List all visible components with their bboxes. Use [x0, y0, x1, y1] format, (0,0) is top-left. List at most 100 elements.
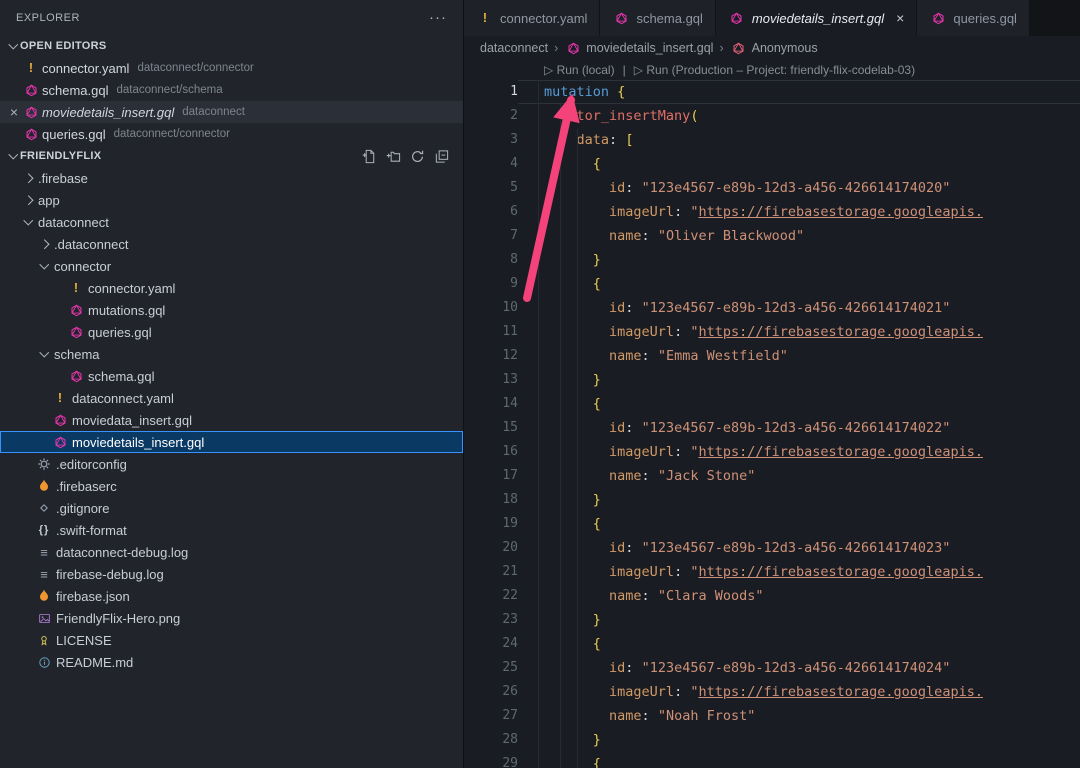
- open-editor-moviedetails_insert.gql[interactable]: ×moviedetails_insert.gqldataconnect: [0, 101, 463, 123]
- code-line-23[interactable]: 23 }: [464, 608, 1080, 632]
- tree-file-moviedata_insert.gql[interactable]: moviedata_insert.gql: [0, 409, 463, 431]
- code-line-22[interactable]: 22 name: "Clara Woods": [464, 584, 1080, 608]
- tree-file-.gitignore[interactable]: .gitignore: [0, 497, 463, 519]
- tree-folder-app[interactable]: app: [0, 189, 463, 211]
- tree-folder-.firebase[interactable]: .firebase: [0, 167, 463, 189]
- code-line-17[interactable]: 17 name: "Jack Stone": [464, 464, 1080, 488]
- file-path: dataconnect/connector: [137, 62, 253, 74]
- code-line-8[interactable]: 8 }: [464, 248, 1080, 272]
- breadcrumb-item-moviedetails_insert.gql[interactable]: moviedetails_insert.gql: [564, 41, 713, 55]
- tree-folder-dataconnect[interactable]: dataconnect: [0, 211, 463, 233]
- code-line-11[interactable]: 11 imageUrl: "https://firebasestorage.go…: [464, 320, 1080, 344]
- code-line-19[interactable]: 19 {: [464, 512, 1080, 536]
- fire-icon: [35, 589, 53, 603]
- tree-file-schema.gql[interactable]: schema.gql: [0, 365, 463, 387]
- tree-folder-connector[interactable]: connector: [0, 255, 463, 277]
- file-name: connector.yaml: [88, 281, 175, 296]
- code-line-24[interactable]: 24 {: [464, 632, 1080, 656]
- open-editor-schema.gql[interactable]: schema.gqldataconnect/schema: [0, 79, 463, 101]
- file-name: schema.gql: [88, 369, 154, 384]
- code-line-4[interactable]: 4 {: [464, 152, 1080, 176]
- play-icon: ▷: [634, 63, 643, 77]
- tab-moviedetails_insert.gql[interactable]: moviedetails_insert.gql×: [716, 0, 917, 36]
- code-line-2[interactable]: 2 ctor_insertMany(: [464, 104, 1080, 128]
- new-file-icon[interactable]: [362, 149, 377, 164]
- chevron-down-icon: [38, 352, 51, 356]
- tree-folder-schema[interactable]: schema: [0, 343, 463, 365]
- tree-file-dataconnect-debug.log[interactable]: ≡dataconnect-debug.log: [0, 541, 463, 563]
- tree-file-queries.gql[interactable]: queries.gql: [0, 321, 463, 343]
- breadcrumb-item-dataconnect[interactable]: dataconnect: [480, 41, 548, 55]
- tab-schema.gql[interactable]: schema.gql: [600, 0, 715, 36]
- code-line-26[interactable]: 26 imageUrl: "https://firebasestorage.go…: [464, 680, 1080, 704]
- code-text: imageUrl: "https://firebasestorage.googl…: [518, 200, 1080, 224]
- tree-file-README.md[interactable]: README.md: [0, 651, 463, 673]
- line-number: 10: [464, 296, 518, 320]
- workspace-header[interactable]: FRIENDLYFLIX: [0, 145, 463, 167]
- line-number: 25: [464, 656, 518, 680]
- run-production-button[interactable]: ▷ Run (Production – Project: friendly-fl…: [634, 63, 915, 77]
- close-icon[interactable]: ×: [896, 10, 904, 26]
- code-line-21[interactable]: 21 imageUrl: "https://firebasestorage.go…: [464, 560, 1080, 584]
- code-line-3[interactable]: 3 data: [: [464, 128, 1080, 152]
- code-line-12[interactable]: 12 name: "Emma Westfield": [464, 344, 1080, 368]
- code-line-9[interactable]: 9 {: [464, 272, 1080, 296]
- tree-file-.editorconfig[interactable]: .editorconfig: [0, 453, 463, 475]
- more-actions-icon[interactable]: ···: [429, 13, 447, 23]
- code-line-1[interactable]: 1mutation {: [464, 80, 1080, 104]
- code-line-25[interactable]: 25 id: "123e4567-e89b-12d3-a456-42661417…: [464, 656, 1080, 680]
- tree-file-LICENSE[interactable]: LICENSE: [0, 629, 463, 651]
- tree-file-dataconnect.yaml[interactable]: !dataconnect.yaml: [0, 387, 463, 409]
- tree-file-mutations.gql[interactable]: mutations.gql: [0, 299, 463, 321]
- code-editor[interactable]: 1mutation {2 ctor_insertMany(3 data: [4 …: [464, 80, 1080, 768]
- open-editors-header[interactable]: OPEN EDITORS: [0, 35, 463, 57]
- refresh-icon[interactable]: [410, 149, 425, 164]
- code-line-15[interactable]: 15 id: "123e4567-e89b-12d3-a456-42661417…: [464, 416, 1080, 440]
- code-line-27[interactable]: 27 name: "Noah Frost": [464, 704, 1080, 728]
- file-name: queries.gql: [42, 127, 106, 142]
- file-name: moviedetails_insert.gql: [72, 435, 204, 450]
- tree-file-.firebaserc[interactable]: .firebaserc: [0, 475, 463, 497]
- tree-file-moviedetails_insert.gql[interactable]: moviedetails_insert.gql: [0, 431, 463, 453]
- line-number: 8: [464, 248, 518, 272]
- code-line-13[interactable]: 13 }: [464, 368, 1080, 392]
- open-editor-queries.gql[interactable]: queries.gqldataconnect/connector: [0, 123, 463, 145]
- indent-guide: [577, 128, 578, 768]
- open-editor-connector.yaml[interactable]: !connector.yamldataconnect/connector: [0, 57, 463, 79]
- graphql-icon: [67, 370, 85, 383]
- tree-file-connector.yaml[interactable]: !connector.yaml: [0, 277, 463, 299]
- code-line-18[interactable]: 18 }: [464, 488, 1080, 512]
- code-text: }: [518, 608, 1080, 632]
- code-line-16[interactable]: 16 imageUrl: "https://firebasestorage.go…: [464, 440, 1080, 464]
- tree-folder-.dataconnect[interactable]: .dataconnect: [0, 233, 463, 255]
- breadcrumb-item-Anonymous[interactable]: Anonymous: [730, 41, 818, 55]
- code-line-7[interactable]: 7 name: "Oliver Blackwood": [464, 224, 1080, 248]
- tree-file-firebase-debug.log[interactable]: ≡firebase-debug.log: [0, 563, 463, 585]
- code-line-6[interactable]: 6 imageUrl: "https://firebasestorage.goo…: [464, 200, 1080, 224]
- code-line-20[interactable]: 20 id: "123e4567-e89b-12d3-a456-42661417…: [464, 536, 1080, 560]
- code-line-10[interactable]: 10 id: "123e4567-e89b-12d3-a456-42661417…: [464, 296, 1080, 320]
- line-number: 11: [464, 320, 518, 344]
- log-icon: ≡: [35, 567, 53, 582]
- tree-file-.swift-format[interactable]: {}.swift-format: [0, 519, 463, 541]
- code-line-14[interactable]: 14 {: [464, 392, 1080, 416]
- close-icon[interactable]: ×: [6, 104, 22, 120]
- explorer-title: EXPLORER: [16, 12, 80, 24]
- tree-file-FriendlyFlix-Hero.png[interactable]: FriendlyFlix-Hero.png: [0, 607, 463, 629]
- code-line-28[interactable]: 28 }: [464, 728, 1080, 752]
- tab-queries.gql[interactable]: queries.gql: [917, 0, 1030, 36]
- line-number: 6: [464, 200, 518, 224]
- new-folder-icon[interactable]: [386, 149, 401, 164]
- info-icon: [35, 656, 53, 669]
- run-local-button[interactable]: ▷ Run (local): [544, 63, 615, 77]
- tab-connector.yaml[interactable]: !connector.yaml: [464, 0, 600, 36]
- code-line-5[interactable]: 5 id: "123e4567-e89b-12d3-a456-426614174…: [464, 176, 1080, 200]
- warning-icon: !: [67, 281, 85, 295]
- code-text: name: "Noah Frost": [518, 704, 1080, 728]
- collapse-all-icon[interactable]: [434, 149, 449, 164]
- codelens-divider: |: [623, 63, 626, 77]
- tree-file-firebase.json[interactable]: firebase.json: [0, 585, 463, 607]
- code-text: id: "123e4567-e89b-12d3-a456-42661417402…: [518, 656, 1080, 680]
- code-line-29[interactable]: 29 {: [464, 752, 1080, 768]
- warning-icon: !: [476, 11, 494, 25]
